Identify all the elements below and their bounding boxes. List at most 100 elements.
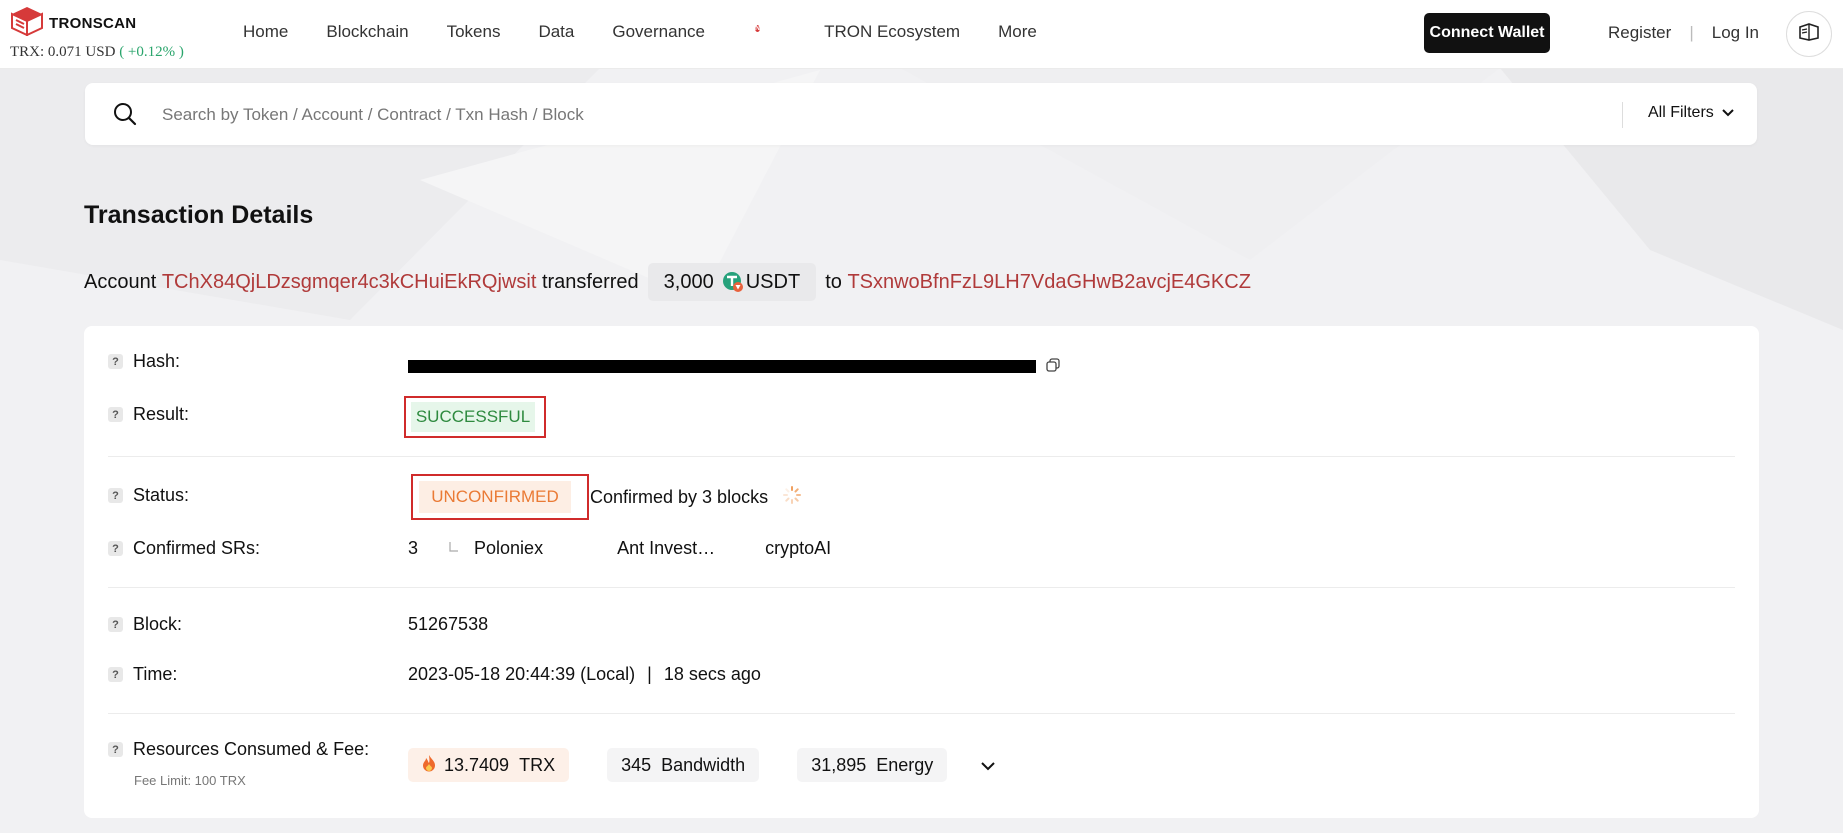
trx-amount: 13.7409 [444,754,510,775]
tree-branch-icon [448,538,460,559]
transaction-details-card: ? Hash: ? Result: SUCCESSFUL ? Status: U… [84,326,1759,818]
auth-links: Register | Log In [1608,23,1759,43]
status-badge: UNCONFIRMED [419,481,571,513]
from-address-link[interactable]: TChX84QjLDzsgmqer4c3kCHuiEkRQjwsit [162,271,537,294]
redacted-hash-bar [408,360,1036,373]
help-icon[interactable]: ? [108,488,123,503]
confirmed-srs-value: 3 Poloniex Ant Invest… cryptoAI [408,538,831,559]
trx-unit: TRX [519,754,556,775]
confirmed-srs-row: ? Confirmed SRs: [108,538,260,559]
hash-value [408,356,1060,377]
nav-governance[interactable]: Governance N [612,22,786,42]
main-nav: Home Blockchain Tokens Data Governance N … [243,22,1075,42]
help-icon[interactable]: ? [108,541,123,556]
price-label: TRX: [10,44,45,60]
amount-value: 3,000 [663,270,714,293]
resources-label: Resources Consumed & Fee: [133,739,370,759]
nav-home[interactable]: Home [243,22,288,42]
filters-label: All Filters [1648,104,1714,121]
sr-link-cryptoai[interactable]: cryptoAI [765,538,831,559]
help-icon[interactable]: ? [108,407,123,422]
connect-wallet-button[interactable]: Connect Wallet [1424,13,1550,53]
status-label: Status: [133,485,190,505]
price-change: ( +0.12% ) [119,44,184,60]
srs-count: 3 [408,538,419,558]
divider [108,587,1735,588]
search-divider [1622,102,1623,128]
resources-row: ? Resources Consumed & Fee: [108,739,369,760]
copy-icon[interactable] [1046,356,1060,377]
nav-tron-ecosystem[interactable]: TRON Ecosystem [824,22,960,42]
sr-link-poloniex[interactable]: Poloniex [474,538,543,559]
expand-resources-chevron-down-icon[interactable] [981,755,996,776]
price-value: 0.071 [47,44,82,60]
timestamp: 2023-05-18 20:44:39 (Local) [408,664,636,684]
search-input[interactable] [160,98,1664,132]
brand-name: TRONSCAN [49,15,137,32]
hash-label: Hash: [133,351,181,371]
new-badge: N [755,25,761,32]
hash-row: ? Hash: [108,351,180,372]
resources-value: 13.7409 TRX 345 Bandwidth 31,895 Energy [408,748,996,782]
bandwidth-amount: 345 [621,754,652,775]
price-unit: USD [85,44,116,60]
transfer-summary: Account TChX84QjLDzsgmqer4c3kCHuiEkRQjws… [84,263,1251,301]
nav-more[interactable]: More [998,22,1037,42]
token-symbol[interactable]: USDT [746,271,800,294]
nav-data[interactable]: Data [538,22,574,42]
top-header: TRONSCAN TRX: 0.071 USD ( +0.12% ) Home … [0,0,1843,69]
bandwidth-pill: 345 Bandwidth [607,748,760,782]
account-prefix: Account [84,270,157,293]
tether-token-icon [722,271,744,293]
block-value[interactable]: 51267538 [408,614,488,635]
to-address-link[interactable]: TSxnwoBfnFzL9LH7VdaGHwB2avcjE4GKCZ [847,271,1251,294]
time-separator: | [647,664,652,684]
status-highlight-box: UNCONFIRMED [411,474,589,520]
energy-unit: Energy [876,754,934,775]
login-link[interactable]: Log In [1712,23,1759,43]
help-icon[interactable]: ? [108,667,123,682]
all-filters-dropdown[interactable]: All Filters [1648,104,1734,122]
fee-limit: Fee Limit: 100 TRX [134,773,246,788]
chevron-down-icon [1722,104,1734,122]
result-label: Result: [133,404,190,424]
time-ago: 18 secs ago [663,664,761,684]
divider [108,456,1735,457]
brand-logo[interactable]: TRONSCAN [10,6,136,41]
fire-icon [422,754,436,777]
auth-separator: | [1689,23,1694,42]
nav-tokens[interactable]: Tokens [447,22,501,42]
help-icon[interactable]: ? [108,354,123,369]
result-badge: SUCCESSFUL [411,402,535,432]
search-icon [112,101,138,132]
energy-pill: 31,895 Energy [797,748,948,782]
nav-blockchain[interactable]: Blockchain [326,22,408,42]
transfer-verb: transferred [541,270,639,293]
help-icon[interactable]: ? [108,617,123,632]
logo-cube-icon [10,6,44,41]
time-value: 2023-05-18 20:44:39 (Local) | 18 secs ag… [408,664,761,685]
result-highlight-box: SUCCESSFUL [404,396,546,438]
sr-link-ant-invest[interactable]: Ant Invest… [617,538,715,559]
help-icon[interactable]: ? [108,742,123,757]
register-link[interactable]: Register [1608,23,1671,43]
bandwidth-unit: Bandwidth [661,754,746,775]
spinner-icon [782,485,802,510]
page-title: Transaction Details [84,201,314,229]
confirmations: Confirmed by 3 blocks [590,485,802,510]
confirmed-by-text: Confirmed by 3 blocks [590,487,769,507]
nav-governance-label: Governance [612,22,705,41]
result-row: ? Result: [108,404,189,425]
time-row: ? Time: [108,664,177,685]
block-row: ? Block: [108,614,182,635]
trx-price: TRX: 0.071 USD ( +0.12% ) [10,44,184,61]
user-menu-button[interactable] [1786,11,1832,57]
to-word: to [825,270,842,293]
divider [108,713,1735,714]
time-label: Time: [133,664,178,684]
energy-amount: 31,895 [811,754,867,775]
search-bar: All Filters [85,83,1757,145]
amount-chip: 3,000 USDT [647,263,817,301]
book-icon [1798,22,1820,46]
confirmed-srs-label: Confirmed SRs: [133,538,261,558]
